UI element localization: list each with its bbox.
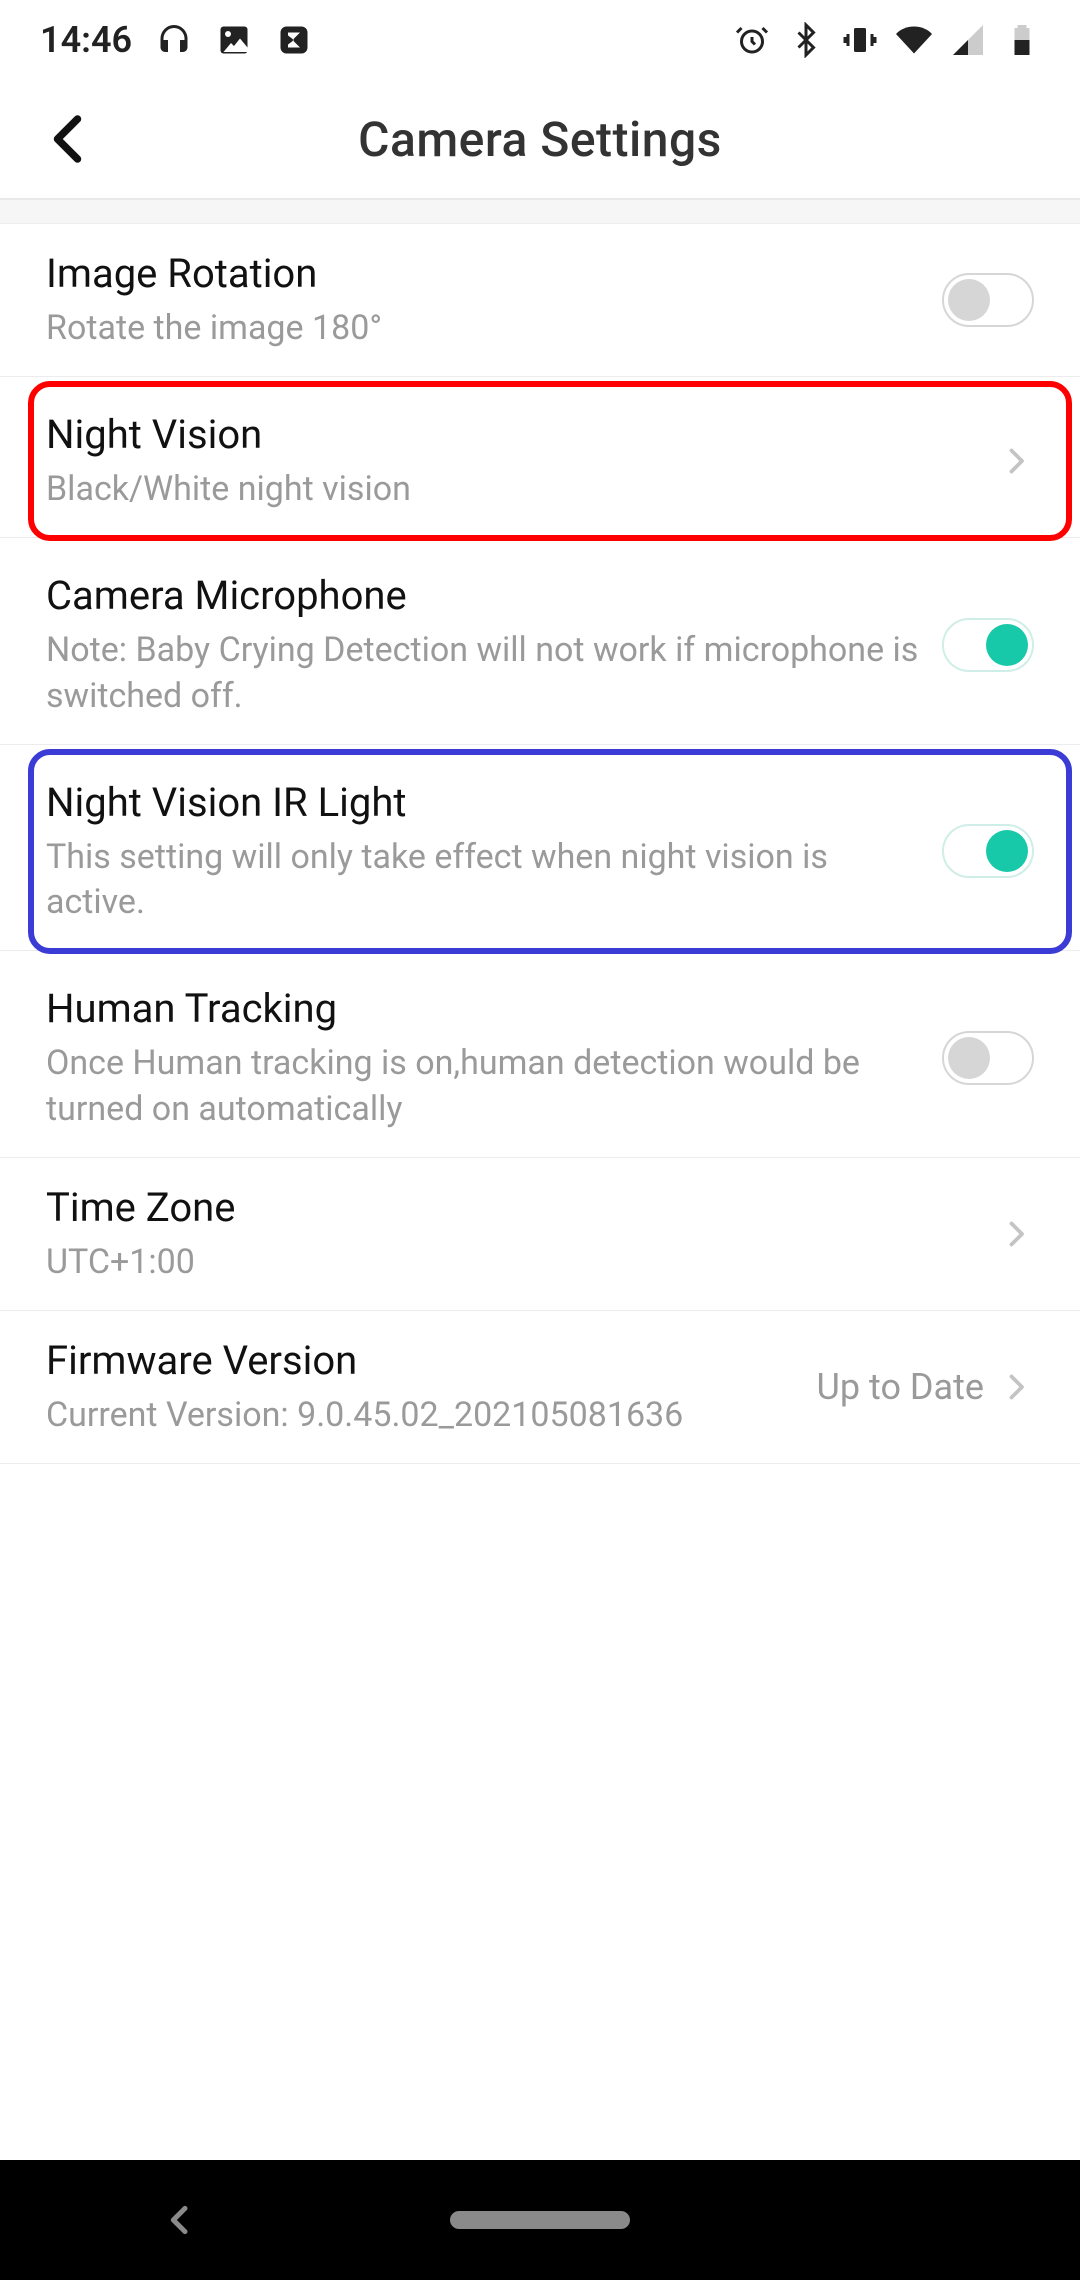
row-camera-microphone[interactable]: Camera Microphone Note: Baby Crying Dete… [0,546,1080,745]
system-navbar [0,2160,1080,2280]
row-firmware-version[interactable]: Firmware Version Current Version: 9.0.45… [0,1311,1080,1464]
firmware-status: Up to Date [817,1366,984,1408]
row-human-tracking[interactable]: Human Tracking Once Human tracking is on… [0,959,1080,1158]
row-subtitle: Rotate the image 180° [46,306,922,352]
toggle-camera-microphone[interactable] [942,618,1034,672]
wifi-icon [896,22,932,58]
row-subtitle: This setting will only take effect when … [46,835,922,927]
nav-home-pill[interactable] [450,2211,630,2229]
row-title: Night Vision [46,409,978,461]
row-title: Firmware Version [46,1335,797,1387]
row-title: Human Tracking [46,983,922,1035]
nav-back-button[interactable] [160,2200,200,2240]
row-image-rotation[interactable]: Image Rotation Rotate the image 180° [0,224,1080,377]
page-title: Camera Settings [0,111,1080,168]
row-time-zone[interactable]: Time Zone UTC+1:00 [0,1158,1080,1311]
toggle-image-rotation[interactable] [942,273,1034,327]
row-subtitle: Current Version: 9.0.45.02_202105081636 [46,1393,797,1439]
toggle-human-tracking[interactable] [942,1031,1034,1085]
row-subtitle: UTC+1:00 [46,1240,978,1286]
row-night-vision-ir-light[interactable]: Night Vision IR Light This setting will … [0,753,1080,952]
row-subtitle: Once Human tracking is on,human detectio… [46,1041,922,1133]
row-title: Camera Microphone [46,570,922,622]
row-title: Night Vision IR Light [46,777,922,829]
section-gap [0,200,1080,224]
status-time: 14:46 [40,19,132,61]
status-left: 14:46 [40,19,312,61]
bluetooth-icon [788,22,824,58]
battery-icon [1004,22,1040,58]
page-header: Camera Settings [0,80,1080,200]
vibrate-icon [842,22,878,58]
image-icon [216,22,252,58]
sigma-icon [276,22,312,58]
chevron-right-icon [998,1369,1034,1405]
signal-icon [950,22,986,58]
nav-spacer [880,2200,920,2240]
settings-list: Image Rotation Rotate the image 180° Nig… [0,224,1080,1464]
chevron-right-icon [998,1216,1034,1252]
status-right [734,22,1040,58]
toggle-ir-light[interactable] [942,824,1034,878]
alarm-icon [734,22,770,58]
row-title: Time Zone [46,1182,978,1234]
row-night-vision[interactable]: Night Vision Black/White night vision [0,385,1080,538]
chevron-right-icon [998,443,1034,479]
row-subtitle: Note: Baby Crying Detection will not wor… [46,628,922,720]
status-bar: 14:46 [0,0,1080,80]
headphones-icon [156,22,192,58]
row-subtitle: Black/White night vision [46,467,978,513]
back-button[interactable] [40,109,100,169]
row-title: Image Rotation [46,248,922,300]
